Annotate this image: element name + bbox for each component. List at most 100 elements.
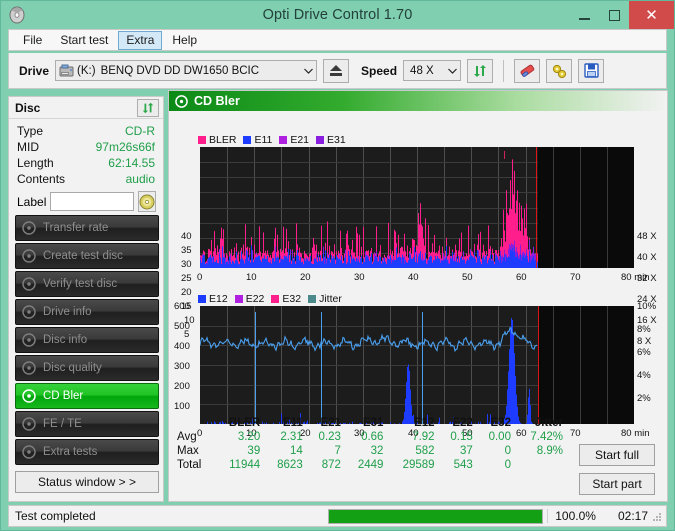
chevron-down-icon[interactable] (445, 61, 460, 80)
disc-label-button[interactable] (138, 191, 157, 212)
cell-max-e12: 582 (415, 445, 435, 457)
drive-letter: (K:) (77, 64, 96, 77)
drive-toolbar: Drive (K:) BENQ DVD DD DW1650 BCIC Speed… (8, 53, 667, 89)
start-full-button[interactable]: Start full (579, 444, 655, 466)
e12-chart-legend: E12 E22 E32 Jitter (198, 293, 342, 305)
eject-button[interactable] (323, 58, 350, 83)
refresh-button[interactable] (467, 58, 494, 83)
disc-refresh-button[interactable] (137, 98, 159, 117)
col-header-e32: E32 (490, 417, 511, 429)
disc-key-contents: Contents (17, 172, 66, 186)
legend-label: E11 (254, 134, 273, 146)
legend-label: E22 (245, 293, 265, 305)
y2tick-label: 8 X (637, 336, 652, 347)
sidebar-item-label: FE / TE (43, 418, 82, 430)
progress-fill (328, 509, 543, 523)
menu-item-start-test[interactable]: Start test (52, 31, 116, 50)
sidebar-item-create-test-disc[interactable]: Create test disc (15, 243, 159, 269)
legend-item-e32: E32 (271, 293, 301, 305)
cell-max-bler: 39 (247, 445, 261, 457)
disc-label-input[interactable] (50, 192, 135, 211)
sidebar-item-cd-bler[interactable]: CD Bler (15, 383, 159, 409)
menu-item-extra[interactable]: Extra (118, 30, 163, 50)
disc-fete-icon (22, 417, 36, 431)
disc-value-length: 62:14.55 (108, 156, 155, 170)
disc-bler-icon (22, 389, 36, 403)
drive-name: BENQ DVD DD DW1650 BCIC (100, 64, 260, 77)
test-nav-list: Transfer rate Create test disc Verify te… (15, 215, 159, 467)
sidebar-item-label: Transfer rate (43, 222, 109, 234)
cell-total-e31: 2449 (357, 459, 384, 471)
cell-total-e21: 872 (321, 459, 341, 471)
close-button[interactable]: ✕ (629, 1, 674, 29)
cell-total-bler: 11944 (229, 459, 261, 471)
menu-item-help[interactable]: Help (164, 31, 205, 50)
application-window: Opti Drive Control 1.70 ✕ File Start tes… (0, 0, 675, 531)
cell-max-e31: 32 (370, 445, 384, 457)
disc-quality-icon (22, 361, 36, 375)
y2tick-label: 4% (637, 370, 651, 381)
legend-swatch (271, 295, 280, 303)
sidebar-item-fe-te[interactable]: FE / TE (15, 411, 159, 437)
cell-total-jitter (517, 458, 569, 472)
sidebar-item-disc-quality[interactable]: Disc quality (15, 355, 159, 381)
cell-avg-e11: 2.31 (280, 431, 303, 443)
legend-item-e31: E31 (316, 134, 346, 146)
start-part-button[interactable]: Start part (579, 473, 655, 495)
resize-grip[interactable] (653, 513, 663, 523)
ytick-label: 400 (174, 341, 190, 352)
disc-key-length: Length (17, 156, 54, 170)
bler-chart-legend: BLER E11 E21 E31 (198, 134, 346, 146)
speed-value: 48 X (410, 64, 434, 77)
sidebar-item-disc-info[interactable]: Disc info (15, 327, 159, 353)
row-label-total: Total (177, 459, 202, 471)
app-icon (9, 6, 27, 24)
panel-title: CD Bler (194, 94, 240, 108)
status-window-button[interactable]: Status window > > (15, 471, 159, 493)
xtick-label: 10 (246, 272, 257, 283)
sidebar-item-extra-tests[interactable]: Extra tests (15, 439, 159, 465)
disc-section-header: Disc (9, 97, 163, 119)
legend-label: E31 (327, 134, 346, 146)
row-label-max: Max (177, 445, 199, 457)
xtick-label: 0 (197, 272, 203, 283)
menu-item-file[interactable]: File (15, 31, 50, 50)
table-header-row: BLER E11 E21 E31 E12 E22 E32 Jitter (174, 416, 569, 430)
disc-row-length: Length 62:14.55 (17, 155, 155, 171)
disc-write-icon (22, 249, 36, 263)
disc-key-mid: MID (17, 140, 39, 154)
legend-swatch (198, 136, 206, 144)
drive-select[interactable]: (K:) BENQ DVD DD DW1650 BCIC (55, 60, 318, 81)
sidebar-item-drive-info[interactable]: Drive info (15, 299, 159, 325)
legend-item-jitter: Jitter (308, 293, 342, 305)
cell-avg-e21: 0.23 (318, 431, 341, 443)
legend-swatch (316, 136, 325, 144)
settings-button[interactable] (546, 58, 573, 83)
sidebar-item-transfer-rate[interactable]: Transfer rate (15, 215, 159, 241)
ytick-label: 100 (174, 401, 190, 412)
disc-key-label: Label (17, 194, 47, 209)
legend-swatch (198, 295, 206, 303)
cell-avg-bler: 3.20 (237, 431, 261, 443)
cell-max-e11: 14 (289, 445, 303, 457)
table-row: Total 11944 8623 872 2449 29589 543 0 (174, 458, 569, 472)
minimize-button[interactable] (569, 1, 599, 29)
xtick-label: 70 (570, 272, 581, 283)
speed-label: Speed (361, 63, 398, 78)
col-header-e12: E12 (414, 417, 435, 429)
ytick-label: 300 (174, 361, 190, 372)
cell-avg-e12: 7.92 (412, 431, 435, 443)
save-button[interactable] (578, 58, 605, 83)
sidebar-item-label: Drive info (43, 306, 92, 318)
left-panel: Disc Type CD-R MID 97m26s66f Length 62:1… (8, 96, 164, 502)
cell-max-e22: 37 (459, 445, 473, 457)
erase-button[interactable] (514, 58, 541, 83)
legend-item-e21: E21 (279, 134, 309, 146)
sidebar-item-verify-test-disc[interactable]: Verify test disc (15, 271, 159, 297)
speed-select[interactable]: 48 X (403, 60, 462, 81)
chevron-down-icon[interactable] (301, 61, 316, 80)
title-bar: Opti Drive Control 1.70 ✕ (1, 1, 674, 29)
maximize-button[interactable] (599, 1, 629, 29)
cell-avg-e31: 0.66 (361, 431, 384, 443)
disc-extra-icon (22, 445, 36, 459)
